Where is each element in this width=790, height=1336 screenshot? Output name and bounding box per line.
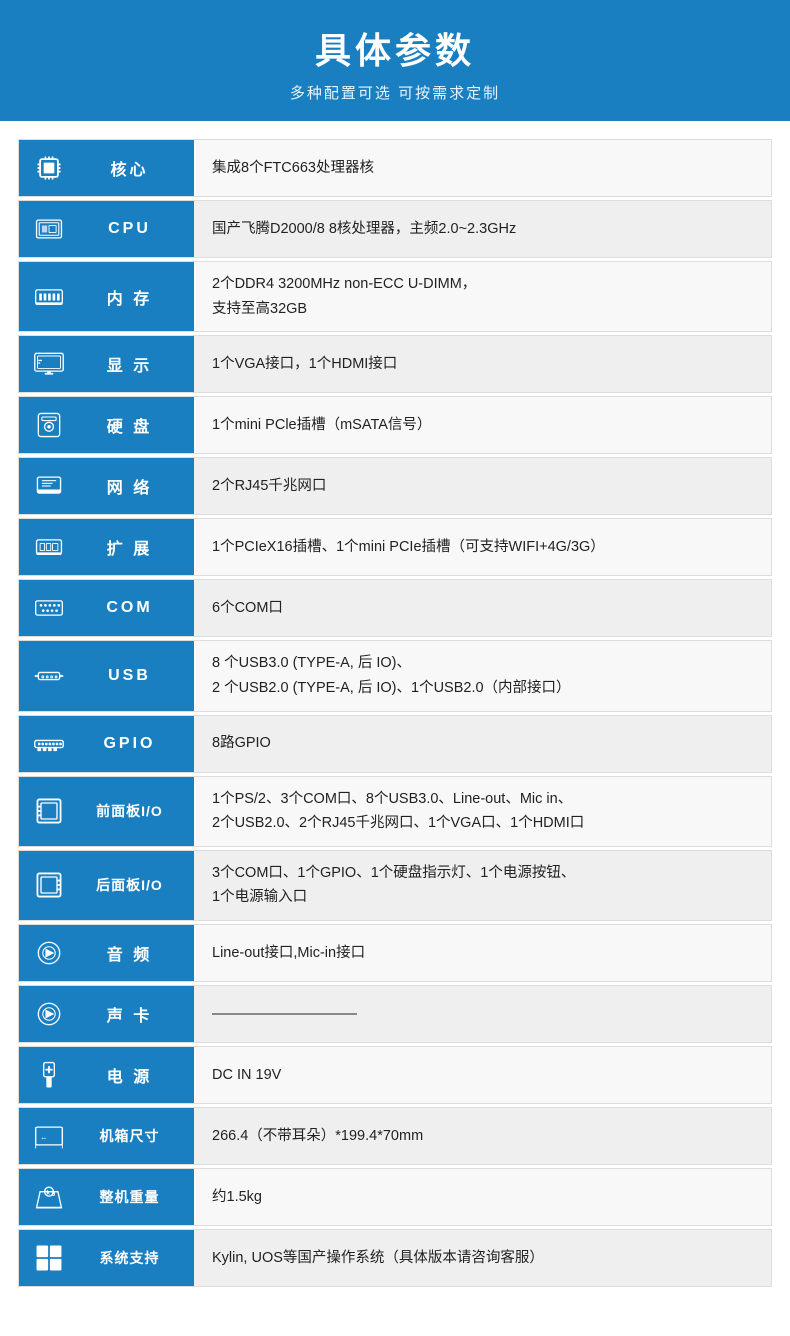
spec-label-os: 系统支持 [19, 1230, 194, 1286]
hdd-icon [31, 407, 67, 443]
spec-row-com: COM 6个COM口 [18, 579, 772, 637]
spec-label-soundcard: 声 卡 [19, 986, 194, 1042]
spec-row-front-io: 前面板I/O 1个PS/2、3个COM口、8个USB3.0、Line-out、M… [18, 776, 772, 847]
spec-label-dimensions: ↔ 机箱尺寸 [19, 1108, 194, 1164]
spec-label-weight: kg 整机重量 [19, 1169, 194, 1225]
spec-value-cpu: 国产飞腾D2000/8 8核处理器，主频2.0~2.3GHz [194, 201, 771, 257]
spec-row-power: 电 源 DC IN 19V [18, 1046, 772, 1104]
page-wrapper: 具体参数 多种配置可选 可按需求定制 [0, 0, 790, 1336]
spec-label-front-io: 前面板I/O [19, 777, 194, 846]
os-icon [31, 1240, 67, 1276]
spec-row-cpu: CPU 国产飞腾D2000/8 8核处理器，主频2.0~2.3GHz [18, 200, 772, 258]
front-io-icon [31, 793, 67, 829]
spec-label-text-core: 核心 [77, 156, 182, 180]
spec-row-network: 网 络 2个RJ45千兆网口 [18, 457, 772, 515]
spec-label-text-rear-io: 后面板I/O [77, 875, 182, 895]
spec-label-text-front-io: 前面板I/O [77, 801, 182, 821]
core-icon [31, 150, 67, 186]
spec-label-power: 电 源 [19, 1047, 194, 1103]
power-icon [31, 1057, 67, 1093]
svg-text:kg: kg [46, 1189, 57, 1196]
spec-label-text-os: 系统支持 [77, 1248, 182, 1268]
spec-row-memory: 内 存 2个DDR4 3200MHz non-ECC U-DIMM， 支持至高3… [18, 261, 772, 332]
spec-row-audio: 音 频 Line-out接口,Mic-in接口 [18, 924, 772, 982]
spec-value-weight: 约1.5kg [194, 1169, 771, 1225]
spec-label-cpu: CPU [19, 201, 194, 257]
spec-label-expansion: 扩 展 [19, 519, 194, 575]
spec-label-text-weight: 整机重量 [77, 1187, 182, 1207]
spec-value-front-io: 1个PS/2、3个COM口、8个USB3.0、Line-out、Mic in、 … [194, 777, 771, 846]
spec-value-com: 6个COM口 [194, 580, 771, 636]
spec-label-text-cpu: CPU [77, 220, 182, 238]
com-icon [31, 590, 67, 626]
spec-value-usb: 8 个USB3.0 (TYPE-A, 后 IO)、 2 个USB2.0 (TYP… [194, 641, 771, 710]
spec-value-gpio: 8路GPIO [194, 716, 771, 772]
spec-value-rear-io: 3个COM口、1个GPIO、1个硬盘指示灯、1个电源按钮、 1个电源输入口 [194, 851, 771, 920]
spec-value-memory: 2个DDR4 3200MHz non-ECC U-DIMM， 支持至高32GB [194, 262, 771, 331]
spec-label-text-com: COM [77, 599, 182, 617]
spec-row-expansion: 扩 展 1个PCIeX16插槽、1个mini PCIe插槽（可支持WIFI+4G… [18, 518, 772, 576]
spec-label-display: 显 示 [19, 336, 194, 392]
page-title: 具体参数 [10, 22, 780, 74]
spec-label-network: 网 络 [19, 458, 194, 514]
spec-value-core: 集成8个FTC663处理器核 [194, 140, 771, 196]
expansion-icon [31, 529, 67, 565]
spec-value-soundcard: —————————— [194, 986, 771, 1042]
page-subtitle: 多种配置可选 可按需求定制 [10, 82, 780, 103]
gpio-icon [31, 726, 67, 762]
usb-icon [31, 658, 67, 694]
soundcard-icon [31, 996, 67, 1032]
spec-row-hdd: 硬 盘 1个mini PCle插槽（mSATA信号） [18, 396, 772, 454]
spec-value-power: DC IN 19V [194, 1047, 771, 1103]
dimensions-icon: ↔ [31, 1118, 67, 1154]
spec-label-com: COM [19, 580, 194, 636]
spec-label-hdd: 硬 盘 [19, 397, 194, 453]
weight-icon: kg [31, 1179, 67, 1215]
spec-value-display: 1个VGA接口，1个HDMI接口 [194, 336, 771, 392]
spec-row-core: 核心 集成8个FTC663处理器核 [18, 139, 772, 197]
spec-label-text-usb: USB [77, 667, 182, 685]
spec-label-text-audio: 音 频 [77, 941, 182, 965]
spec-row-rear-io: 后面板I/O 3个COM口、1个GPIO、1个硬盘指示灯、1个电源按钮、 1个电… [18, 850, 772, 921]
spec-value-network: 2个RJ45千兆网口 [194, 458, 771, 514]
network-icon [31, 468, 67, 504]
spec-label-audio: 音 频 [19, 925, 194, 981]
svg-text:↔: ↔ [40, 1134, 49, 1142]
spec-label-text-memory: 内 存 [77, 285, 182, 309]
audio-icon [31, 935, 67, 971]
spec-row-soundcard: 声 卡 —————————— [18, 985, 772, 1043]
spec-value-dimensions: 266.4（不带耳朵）*199.4*70mm [194, 1108, 771, 1164]
spec-label-rear-io: 后面板I/O [19, 851, 194, 920]
spec-label-gpio: GPIO [19, 716, 194, 772]
spec-row-usb: USB 8 个USB3.0 (TYPE-A, 后 IO)、 2 个USB2.0 … [18, 640, 772, 711]
spec-label-text-power: 电 源 [77, 1063, 182, 1087]
display-icon [31, 346, 67, 382]
specs-container: 核心 集成8个FTC663处理器核 CPU 国产飞腾D2000/8 8核处理器，… [0, 121, 790, 1287]
spec-label-text-network: 网 络 [77, 474, 182, 498]
page-header: 具体参数 多种配置可选 可按需求定制 [0, 0, 790, 121]
spec-label-memory: 内 存 [19, 262, 194, 331]
spec-row-os: 系统支持 Kylin, UOS等国产操作系统（具体版本请咨询客服） [18, 1229, 772, 1287]
spec-label-text-display: 显 示 [77, 352, 182, 376]
spec-label-text-gpio: GPIO [77, 735, 182, 753]
spec-label-usb: USB [19, 641, 194, 710]
spec-row-weight: kg 整机重量 约1.5kg [18, 1168, 772, 1226]
spec-label-text-dimensions: 机箱尺寸 [77, 1126, 182, 1146]
spec-row-display: 显 示 1个VGA接口，1个HDMI接口 [18, 335, 772, 393]
spec-row-gpio: GPIO 8路GPIO [18, 715, 772, 773]
rear-io-icon [31, 867, 67, 903]
spec-value-audio: Line-out接口,Mic-in接口 [194, 925, 771, 981]
spec-label-text-soundcard: 声 卡 [77, 1002, 182, 1026]
spec-label-text-hdd: 硬 盘 [77, 413, 182, 437]
memory-icon [31, 279, 67, 315]
spec-value-expansion: 1个PCIeX16插槽、1个mini PCIe插槽（可支持WIFI+4G/3G） [194, 519, 771, 575]
spec-label-core: 核心 [19, 140, 194, 196]
spec-label-text-expansion: 扩 展 [77, 535, 182, 559]
cpu-icon [31, 211, 67, 247]
spec-row-dimensions: ↔ 机箱尺寸 266.4（不带耳朵）*199.4*70mm [18, 1107, 772, 1165]
spec-value-os: Kylin, UOS等国产操作系统（具体版本请咨询客服） [194, 1230, 771, 1286]
spec-value-hdd: 1个mini PCle插槽（mSATA信号） [194, 397, 771, 453]
